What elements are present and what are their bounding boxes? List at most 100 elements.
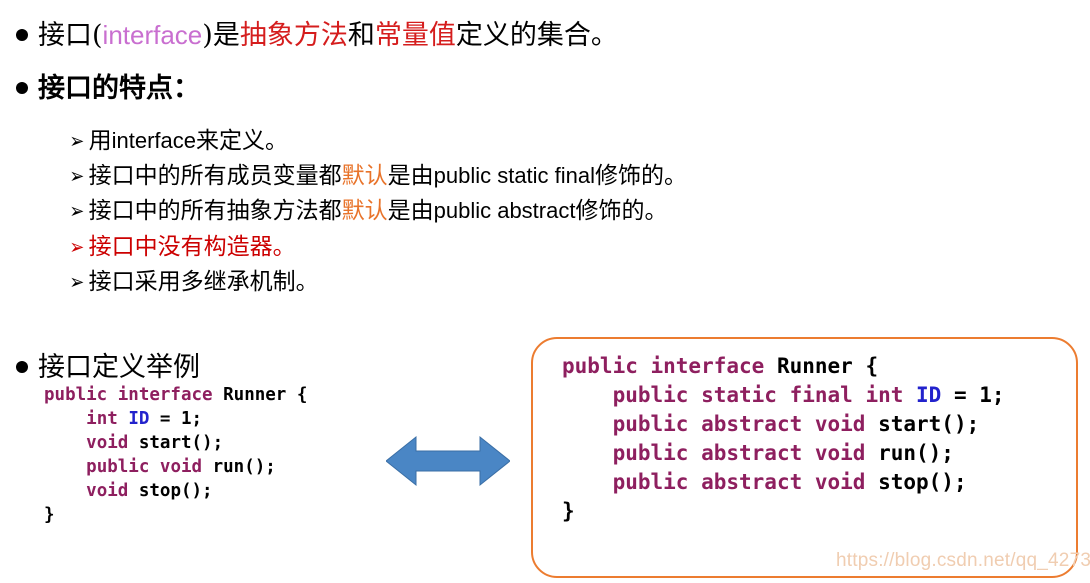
definition-prefix: 接口 <box>38 20 92 51</box>
code-right-line: public abstract void stop(); <box>562 468 1005 497</box>
definition-joiner: 和 <box>347 20 375 51</box>
feature-arrow-icon: ➢ <box>69 129 85 153</box>
code-left-token: void <box>86 481 139 501</box>
feature-text: 接口中没有构造器。 <box>89 233 296 262</box>
feature-text-segment: 来定义。 <box>196 128 288 154</box>
code-left-line: public interface Runner { <box>44 383 307 407</box>
code-left-line: void stop(); <box>44 479 307 503</box>
definition-tail: 定义的集合。 <box>455 20 618 51</box>
feature-text-segment: 默认 <box>341 163 388 189</box>
code-right-token <box>562 412 613 436</box>
feature-text-segment: public static final <box>433 163 596 188</box>
code-left-line: } <box>44 503 307 527</box>
code-right-line: public interface Runner { <box>562 352 1005 381</box>
code-left-token: public interface <box>44 385 224 405</box>
code-right-token: stop(); <box>878 470 967 494</box>
feature-text: 接口中的所有成员变量都默认是由public static final修饰的。 <box>89 161 687 191</box>
code-right-token: start(); <box>878 412 980 436</box>
code-left-token: start(); <box>138 433 224 453</box>
bullet-features-heading: 接口的特点： <box>16 72 200 106</box>
definition-paren-open: ( <box>92 20 103 51</box>
feature-text-segment: 修饰的。 <box>575 198 668 224</box>
bullet-dot-icon <box>16 82 28 94</box>
code-right-token: = <box>941 383 980 407</box>
bullet-dot-icon <box>16 29 28 41</box>
code-right-token: public static final int <box>612 383 917 407</box>
feature-text-segment: 是由 <box>387 163 434 189</box>
code-right-token <box>562 441 613 465</box>
definition-text: 接口(interface)是抽象方法和常量值定义的集合。 <box>38 18 618 53</box>
feature-item-3: ➢ 接口中的所有抽象方法都默认是由public abstract修饰的。 <box>68 196 667 226</box>
equivalence-double-arrow-icon <box>385 432 511 490</box>
feature-item-2: ➢ 接口中的所有成员变量都默认是由public static final修饰的。 <box>68 161 687 191</box>
code-left-line: public void run(); <box>44 455 307 479</box>
feature-text-segment: 默认 <box>341 198 388 224</box>
feature-item-5: ➢ 接口采用多继承机制。 <box>68 268 319 297</box>
code-right-line: } <box>562 497 1005 526</box>
code-left-line: int ID = 1; <box>44 407 307 431</box>
code-left-token: void <box>86 433 139 453</box>
feature-text-segment: 是由 <box>387 198 434 224</box>
definition-red-abstract-method: 抽象方法 <box>239 20 348 51</box>
feature-text-segment: 接口中没有构造器。 <box>88 234 296 260</box>
code-left-token: stop(); <box>138 481 213 501</box>
code-left-token <box>44 409 86 429</box>
feature-item-4: ➢ 接口中没有构造器。 <box>68 233 296 262</box>
code-left-token <box>44 433 86 453</box>
watermark-url: https://blog.csdn.net/qq_42733062 <box>836 550 1090 571</box>
feature-text-segment: 修饰的。 <box>595 163 688 189</box>
code-right-token: 1; <box>979 383 1005 407</box>
feature-text-segment: 接口采用多继承机制。 <box>88 269 319 295</box>
code-block-left: public interface Runner { int ID = 1; vo… <box>44 383 307 527</box>
code-left-token: public void <box>86 457 213 477</box>
code-right-token: public interface <box>562 354 777 378</box>
code-right-token <box>562 470 613 494</box>
code-right-token <box>562 383 613 407</box>
definition-paren-close: ) <box>202 20 213 51</box>
code-left-token <box>44 457 86 477</box>
feature-arrow-icon: ➢ <box>69 164 85 188</box>
features-heading-text: 接口的特点： <box>38 73 200 104</box>
feature-item-1: ➢ 用interface来定义。 <box>68 126 288 156</box>
code-left-token: } <box>44 505 55 525</box>
code-left-token: run(); <box>212 457 276 477</box>
code-right-token: public abstract void <box>612 412 879 436</box>
code-right-line: public abstract void start(); <box>562 410 1005 439</box>
slide-canvas: 接口(interface)是抽象方法和常量值定义的集合。 接口的特点： ➢ 用in… <box>0 0 1090 583</box>
code-right-token: Runner { <box>776 354 879 378</box>
code-left-token: int <box>86 409 129 429</box>
definition-keyword-interface: interface <box>102 20 203 50</box>
feature-arrow-icon: ➢ <box>69 270 85 294</box>
definition-mid: 是 <box>212 20 240 51</box>
code-right-token: } <box>562 499 575 523</box>
code-right-token: run(); <box>878 441 954 465</box>
code-left-line: void start(); <box>44 431 307 455</box>
feature-arrow-icon: ➢ <box>69 235 85 259</box>
code-left-token: 1; <box>181 409 203 429</box>
feature-text: 接口中的所有抽象方法都默认是由public abstract修饰的。 <box>89 196 668 226</box>
example-heading-text: 接口定义举例 <box>38 352 200 383</box>
code-block-right: public interface Runner { public static … <box>562 352 1005 526</box>
code-left-token: Runner { <box>223 385 308 405</box>
definition-red-constant-value: 常量值 <box>374 20 456 51</box>
feature-text-segment: 用 <box>88 128 112 154</box>
feature-text: 接口采用多继承机制。 <box>89 268 319 297</box>
code-right-token: public abstract void <box>612 441 879 465</box>
feature-text-segment: interface <box>111 128 196 153</box>
code-right-line: public static final int ID = 1; <box>562 381 1005 410</box>
feature-text-segment: 接口中的所有成员变量都 <box>88 163 342 189</box>
feature-text-segment: public abstract <box>433 198 576 223</box>
code-left-token: ID <box>128 409 150 429</box>
code-right-token: ID <box>916 383 942 407</box>
code-right-token: public abstract void <box>612 470 879 494</box>
code-left-token: = <box>149 409 181 429</box>
bullet-definition-line: 接口(interface)是抽象方法和常量值定义的集合。 <box>16 18 618 53</box>
feature-text: 用interface来定义。 <box>89 126 288 156</box>
double-arrow-svg <box>385 435 511 487</box>
code-left-token <box>44 481 86 501</box>
feature-arrow-icon: ➢ <box>69 199 85 223</box>
code-right-line: public abstract void run(); <box>562 439 1005 468</box>
bullet-dot-icon <box>16 361 28 373</box>
feature-text-segment: 接口中的所有抽象方法都 <box>88 198 342 224</box>
bullet-example-heading: 接口定义举例 <box>16 352 200 384</box>
